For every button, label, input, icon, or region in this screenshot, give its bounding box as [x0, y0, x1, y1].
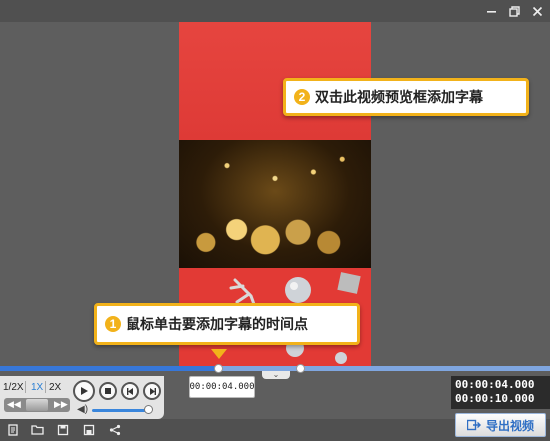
playhead-marker[interactable]	[211, 349, 227, 359]
previous-frame-button[interactable]	[121, 382, 139, 400]
minimize-icon[interactable]	[483, 3, 499, 19]
jog-handle[interactable]	[26, 399, 48, 411]
speed-double[interactable]: 2X	[49, 382, 61, 393]
previous-frame-icon	[126, 387, 133, 395]
new-project-icon[interactable]	[6, 423, 20, 437]
callout-step-2: 2 双击此视频预览框添加字幕	[283, 78, 529, 116]
rewind-icon[interactable]: ◀◀	[7, 399, 21, 410]
callout-number-2: 2	[294, 89, 310, 105]
speed-half[interactable]: 1/2X	[3, 382, 24, 393]
play-icon	[81, 387, 88, 395]
speed-divider	[45, 381, 46, 393]
volume-slider[interactable]	[92, 409, 150, 412]
share-icon[interactable]	[108, 423, 122, 437]
close-icon[interactable]	[529, 3, 545, 19]
timeline-knob-end[interactable]	[296, 364, 305, 373]
save-as-icon[interactable]	[82, 423, 96, 437]
volume-icon[interactable]: ◀)	[77, 404, 88, 415]
callout-text-1: 鼠标单击要添加字幕的时间点	[126, 317, 308, 333]
next-frame-button[interactable]	[143, 382, 161, 400]
restore-icon[interactable]	[506, 3, 522, 19]
play-button[interactable]	[73, 380, 95, 402]
title-bar	[0, 0, 550, 22]
speed-divider	[25, 381, 26, 393]
export-icon	[466, 419, 481, 431]
time-readout: 00:00:04.000 00:00:10.000	[451, 376, 550, 409]
export-video-label: 导出视频	[485, 418, 534, 433]
volume-knob[interactable]	[144, 405, 153, 414]
open-folder-icon[interactable]	[31, 423, 45, 437]
jog-shuttle[interactable]: ◀◀ ▶▶	[4, 398, 70, 412]
fast-forward-icon[interactable]: ▶▶	[54, 399, 68, 410]
current-time: 00:00:04.000	[455, 378, 535, 391]
export-video-button[interactable]: 导出视频	[455, 413, 546, 437]
stop-icon	[105, 388, 111, 394]
timeline-knob-start[interactable]	[214, 364, 223, 373]
next-frame-icon	[149, 387, 156, 395]
total-time: 00:00:10.000	[455, 392, 535, 405]
callout-number-1: 1	[105, 316, 121, 332]
playhead-time-tooltip: 00:00:04.000	[189, 376, 255, 398]
chevron-down-icon[interactable]: ⌄	[262, 371, 290, 379]
speed-normal[interactable]: 1X	[31, 382, 43, 393]
save-icon[interactable]	[56, 423, 70, 437]
callout-text-2: 双击此视频预览框添加字幕	[315, 90, 483, 106]
timeline-progress	[0, 366, 220, 371]
preview-gold-ornaments-image	[179, 140, 371, 268]
callout-step-1: 1 鼠标单击要添加字幕的时间点	[94, 303, 360, 345]
stop-button[interactable]	[99, 382, 117, 400]
app-window: 2 双击此视频预览框添加字幕 1 鼠标单击要添加字幕的时间点 ⌄ 00:00:0…	[0, 0, 550, 441]
